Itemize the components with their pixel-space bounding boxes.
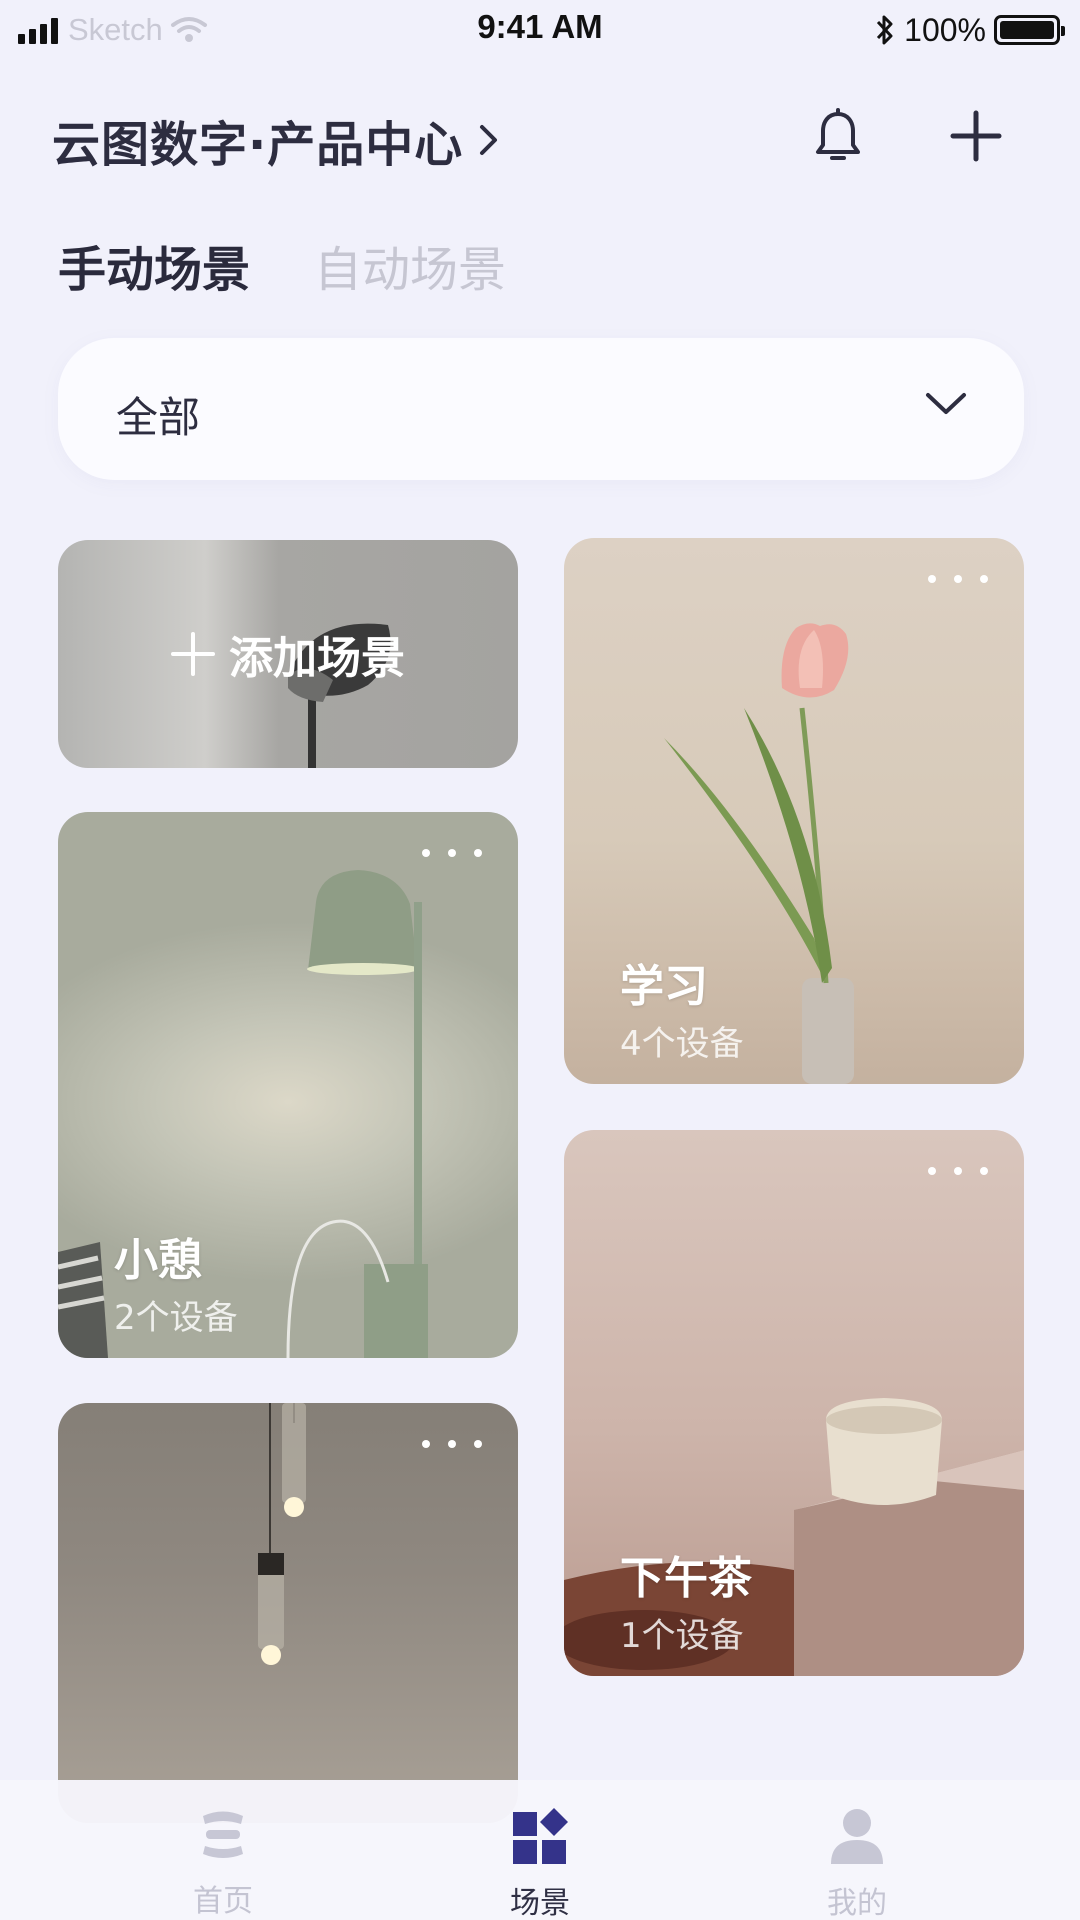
- bell-icon: [816, 108, 860, 160]
- scene-device-count: 4个设备: [620, 1024, 744, 1064]
- add-scene-content: 添加场景: [58, 540, 518, 768]
- home-selector[interactable]: 云图数字·产品中心: [52, 105, 501, 175]
- scene-name: 下午茶: [620, 1553, 752, 1604]
- nav-item-profile[interactable]: 我的: [777, 1808, 937, 1920]
- plus-icon: [171, 632, 215, 676]
- scene-device-count: 2个设备: [114, 1298, 238, 1338]
- nav-item-home[interactable]: 首页: [143, 1808, 303, 1920]
- more-options-button[interactable]: [422, 838, 482, 868]
- scene-card-rest[interactable]: 小憩 2个设备: [58, 812, 518, 1358]
- add-button[interactable]: [940, 100, 1012, 172]
- nav-label: 我的: [827, 1886, 887, 1920]
- tab-manual-scenes[interactable]: 手动场景: [58, 230, 250, 300]
- battery-percent: 100%: [904, 11, 986, 48]
- scene-device-count: 1个设备: [620, 1616, 744, 1656]
- chevron-right-icon: [480, 125, 498, 155]
- scene-icon: [513, 1808, 568, 1864]
- add-scene-card[interactable]: 添加场景: [58, 540, 518, 768]
- pendant-light-image: [258, 1403, 306, 1665]
- notification-button[interactable]: [802, 100, 874, 172]
- battery-icon: [994, 15, 1065, 45]
- home-title: 云图数字·产品中心: [52, 117, 464, 173]
- scene-app: Sketch 9:41 AM 100% 云图数字·产品中心 手动场景 自动场景 …: [0, 0, 1080, 1920]
- tab-auto-scenes[interactable]: 自动场景: [314, 230, 506, 300]
- status-right: 100%: [874, 8, 1065, 52]
- home-icon: [203, 1811, 243, 1858]
- scene-card-afternoon-tea[interactable]: 下午茶 1个设备: [564, 1130, 1024, 1676]
- scene-name: 小憩: [114, 1235, 202, 1286]
- bluetooth-icon: [877, 15, 893, 45]
- scene-card-study[interactable]: 学习 4个设备: [564, 538, 1024, 1084]
- more-options-button[interactable]: [928, 564, 988, 594]
- status-bar: Sketch 9:41 AM 100%: [0, 0, 1080, 62]
- add-scene-label: 添加场景: [229, 633, 405, 684]
- scene-name: 学习: [620, 961, 708, 1012]
- nav-item-scene[interactable]: 场景: [460, 1808, 620, 1920]
- category-dropdown[interactable]: 全部: [58, 338, 1024, 480]
- dropdown-selected-value: 全部: [116, 393, 201, 442]
- plus-icon: [950, 110, 1002, 162]
- bottom-nav: 首页 场景 我的: [0, 1780, 1080, 1920]
- chevron-down-icon: [926, 393, 966, 414]
- nav-label: 首页: [193, 1884, 253, 1919]
- nav-label: 场景: [510, 1886, 570, 1920]
- scene-card-pendant[interactable]: [58, 1403, 518, 1823]
- more-options-button[interactable]: [928, 1156, 988, 1186]
- profile-icon: [831, 1809, 883, 1864]
- more-options-button[interactable]: [422, 1429, 482, 1459]
